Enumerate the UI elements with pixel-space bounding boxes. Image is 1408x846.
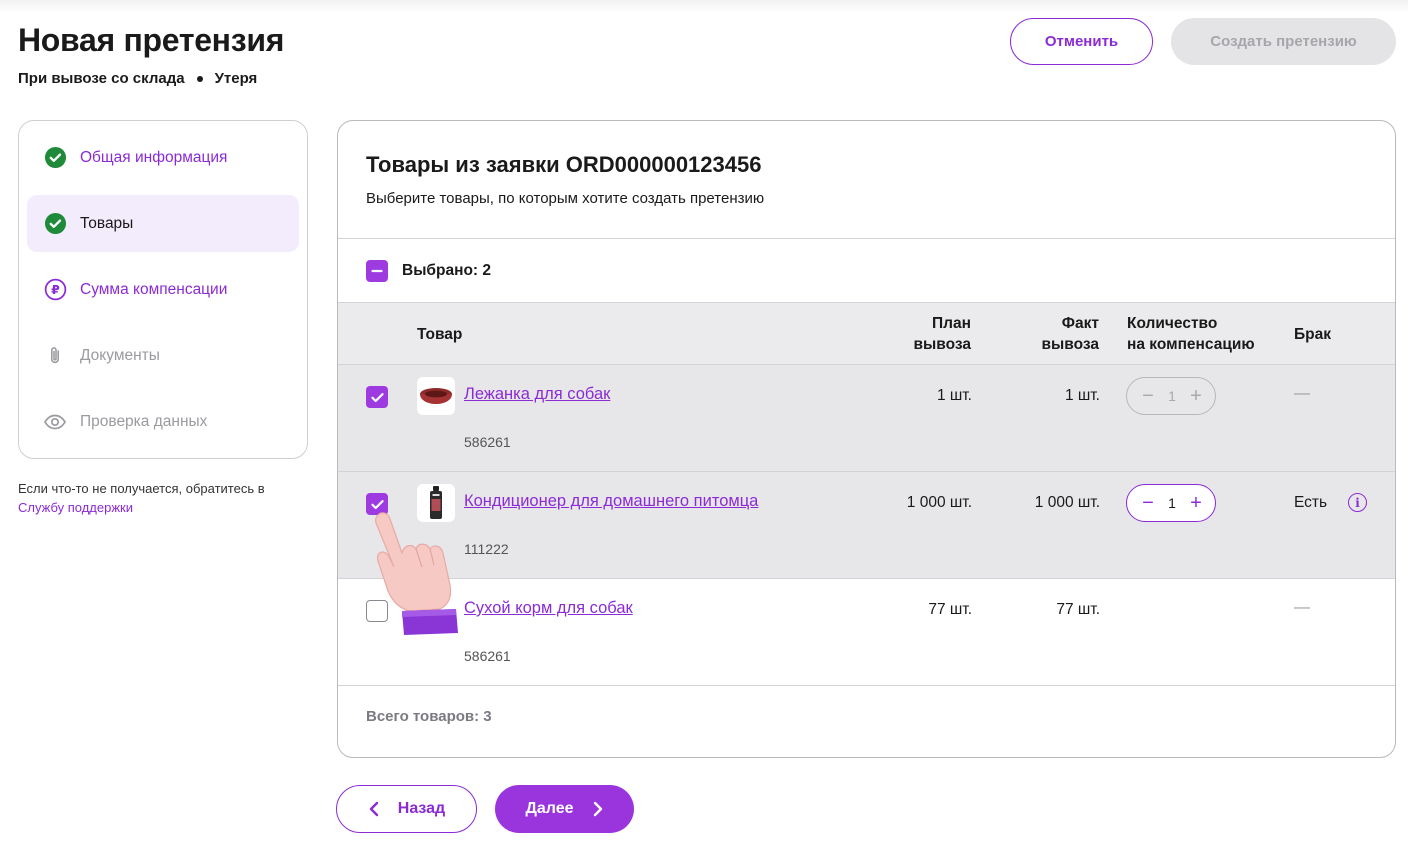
page-title: Новая претензия (18, 22, 285, 58)
check-circle-icon (43, 212, 67, 236)
column-qty-line2: на компенсацию (1127, 336, 1255, 353)
defect-value: Есть (1294, 494, 1328, 511)
minus-icon (371, 269, 383, 272)
selection-summary-row: Выбрано: 2 (338, 238, 1395, 302)
card-subtitle: Выберите товары, по которым хотите созда… (366, 190, 765, 207)
quantity-stepper: − 1 + (1126, 377, 1216, 415)
step-compensation-amount[interactable]: ₽ Сумма компенсации (27, 261, 299, 318)
plus-icon: + (1190, 385, 1202, 407)
cancel-button[interactable]: Отменить (1010, 18, 1153, 65)
minus-button[interactable]: − (1139, 493, 1157, 513)
table-header: Товар План вывоза Факт вывоза Количество… (338, 302, 1395, 365)
check-circle-icon (43, 146, 67, 170)
claim-context: При вывозе со склада (18, 70, 185, 87)
column-plan-line2: вывоза (913, 336, 971, 353)
step-label: Товары (80, 214, 134, 232)
plan-qty: 1 шт. (936, 387, 972, 404)
chevron-left-icon (369, 801, 378, 817)
back-button[interactable]: Назад (336, 785, 477, 833)
step-label: Документы (80, 346, 160, 364)
product-sku: 586261 (464, 434, 511, 450)
column-fact-line2: вывоза (1041, 336, 1099, 353)
step-label: Сумма компенсации (80, 280, 228, 298)
create-claim-button[interactable]: Создать претензию (1171, 18, 1396, 65)
column-fact: Факт вывоза (1018, 313, 1099, 355)
table-row: Лежанка для собак 586261 1 шт. 1 шт. − 1… (338, 365, 1395, 472)
plan-qty: 77 шт. (928, 601, 972, 618)
row-checkbox[interactable] (366, 493, 388, 515)
defect-value: — (1294, 385, 1310, 402)
card-title: Товары из заявки ORD000000123456 (366, 152, 762, 177)
quantity-value: 1 (1168, 495, 1176, 511)
info-icon[interactable]: i (1348, 493, 1367, 512)
step-label: Общая информация (80, 148, 228, 166)
defect-value: — (1294, 599, 1310, 616)
column-product: Товар (417, 326, 463, 343)
quantity-stepper: − 1 + (1126, 484, 1216, 522)
products-card: Товары из заявки ORD000000123456 Выберит… (337, 120, 1396, 758)
product-name-link[interactable]: Лежанка для собак (464, 385, 610, 404)
row-checkbox[interactable] (366, 600, 388, 622)
quantity-value: 1 (1168, 388, 1176, 404)
column-compensation-qty: Количество на компенсацию (1127, 313, 1255, 355)
step-documents: Документы (27, 327, 299, 384)
ruble-circle-icon: ₽ (43, 278, 67, 302)
product-name-link[interactable]: Сухой корм для собак (464, 599, 633, 618)
step-products[interactable]: Товары (27, 195, 299, 252)
dog-bed-thumbnail (417, 377, 455, 415)
help-text: Если что-то не получается, обратитесь в … (18, 479, 308, 517)
minus-icon: − (1142, 385, 1154, 407)
product-sku: 586261 (464, 648, 511, 664)
support-link[interactable]: Службу поддержки (18, 500, 133, 515)
separator-dot (196, 75, 203, 82)
product-name-link[interactable]: Кондиционер для домашнего питомца (464, 492, 758, 511)
claim-reason: Утеря (214, 70, 258, 87)
step-label: Проверка данных (80, 412, 208, 430)
checkmark-icon (370, 499, 384, 509)
back-label: Назад (397, 800, 446, 817)
checkmark-icon (370, 392, 384, 402)
next-button[interactable]: Далее (495, 785, 634, 833)
fact-qty: 1 шт. (1064, 387, 1100, 404)
svg-text:₽: ₽ (51, 282, 60, 297)
step-general-info[interactable]: Общая информация (27, 129, 299, 186)
chevron-right-icon (593, 801, 602, 817)
help-message: Если что-то не получается, обратитесь в (18, 481, 265, 496)
column-plan: План вывоза (898, 313, 971, 355)
column-defect: Брак (1294, 326, 1331, 343)
column-fact-line1: Факт (1061, 315, 1099, 332)
plus-button[interactable]: + (1187, 493, 1205, 513)
claim-type-breadcrumb: При вывозе со склада Утеря (18, 70, 257, 87)
selected-count: Выбрано: 2 (402, 261, 492, 279)
steps-sidebar: Общая информация Товары ₽ Сумма компенса… (18, 120, 308, 459)
table-row: Сухой корм для собак 586261 77 шт. 77 шт… (338, 579, 1395, 686)
column-plan-line1: План (932, 315, 971, 332)
eye-icon (43, 410, 67, 434)
conditioner-bottle-thumbnail (417, 484, 455, 522)
top-shadow (0, 0, 1408, 14)
step-data-review: Проверка данных (27, 393, 299, 450)
product-sku: 111222 (464, 541, 509, 557)
next-label: Далее (525, 800, 574, 817)
total-items: Всего товаров: 3 (366, 708, 492, 725)
table-row: Кондиционер для домашнего питомца 111222… (338, 472, 1395, 579)
fact-qty: 77 шт. (1056, 601, 1100, 618)
column-qty-line1: Количество (1127, 315, 1218, 332)
plan-qty: 1 000 шт. (906, 494, 972, 511)
fact-qty: 1 000 шт. (1034, 494, 1100, 511)
paperclip-icon (43, 344, 67, 368)
row-checkbox[interactable] (366, 386, 388, 408)
select-all-checkbox[interactable] (366, 259, 388, 282)
